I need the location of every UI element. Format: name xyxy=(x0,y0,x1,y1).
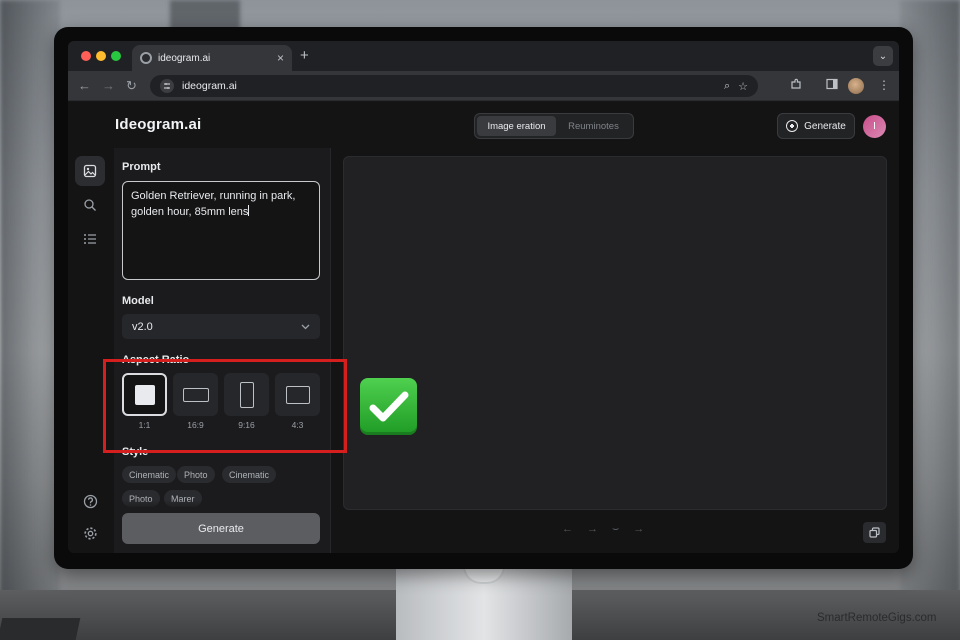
style-chip-photo[interactable]: Photo xyxy=(177,466,215,483)
rail-item-search[interactable] xyxy=(75,190,105,220)
app-header: Ideogram.ai Image eration Reuminotes Gen… xyxy=(68,102,899,148)
window-maximize-button[interactable] xyxy=(111,51,121,61)
rail-item-help[interactable] xyxy=(75,486,105,516)
monitor: ideogram.ai × + ⌄ ← → ↻ ideogram.ai ⌕ ☆ xyxy=(54,27,913,569)
tab-title: ideogram.ai xyxy=(158,52,211,64)
canvas-controls: ← → ⌣ → xyxy=(562,523,644,536)
control-panel: Prompt Golden Retriever, running in park… xyxy=(114,148,331,553)
zoom-icon[interactable]: ⌕ xyxy=(724,80,730,93)
url-text: ideogram.ai xyxy=(182,80,237,92)
style-chip-cinematic-2[interactable]: Cinematic xyxy=(222,466,277,483)
model-value: v2.0 xyxy=(132,320,153,333)
window-minimize-button[interactable] xyxy=(96,51,106,61)
window-close-button[interactable] xyxy=(81,51,91,61)
reload-button[interactable]: ↻ xyxy=(126,78,137,94)
copy-icon[interactable] xyxy=(863,522,886,543)
model-select[interactable]: v2.0 xyxy=(122,314,320,339)
mode-switcher: Image eration Reuminotes xyxy=(474,113,634,139)
app: Ideogram.ai Image eration Reuminotes Gen… xyxy=(68,102,899,553)
extensions-icon[interactable] xyxy=(790,78,802,93)
tab-search-button[interactable]: ⌄ xyxy=(873,46,893,66)
checkmark-icon xyxy=(360,378,417,435)
style-chip-cinematic[interactable]: Cinematic xyxy=(122,466,177,483)
image-canvas xyxy=(343,156,887,510)
notebook xyxy=(0,618,81,640)
text-caret xyxy=(248,205,250,216)
tab-reuminotes[interactable]: Reuminotes xyxy=(556,116,631,136)
left-rail xyxy=(68,150,112,553)
rail-item-list[interactable] xyxy=(75,224,105,254)
image-icon xyxy=(83,164,97,178)
new-tab-button[interactable]: + xyxy=(300,47,309,64)
prompt-label: Prompt xyxy=(122,161,161,173)
canvas-like-icon[interactable]: ⌣ xyxy=(612,523,619,536)
header-generate-button[interactable]: Generate xyxy=(777,113,855,139)
rail-item-settings[interactable] xyxy=(75,518,105,548)
search-icon xyxy=(84,199,96,211)
gear-icon xyxy=(83,526,97,540)
brand-logo[interactable]: Ideogram.ai xyxy=(115,116,201,133)
background-window-left xyxy=(0,0,60,640)
rail-item-images[interactable] xyxy=(75,156,105,186)
generate-button[interactable]: Generate xyxy=(122,513,320,544)
screen: ideogram.ai × + ⌄ ← → ↻ ideogram.ai ⌕ ☆ xyxy=(68,41,899,553)
prompt-input[interactable]: Golden Retriever, running in park, golde… xyxy=(122,181,320,280)
back-button[interactable]: ← xyxy=(78,78,91,94)
canvas-prev-icon[interactable]: ← xyxy=(562,523,573,536)
aspect-ratio-highlight-box xyxy=(103,359,347,453)
browser-tab[interactable]: ideogram.ai × xyxy=(132,45,292,71)
address-bar[interactable]: ideogram.ai ⌕ ☆ xyxy=(150,75,758,97)
bookmark-star-icon[interactable]: ☆ xyxy=(738,80,748,93)
prompt-line-2: golden hour, 85mm lens xyxy=(131,205,250,218)
canvas-next-icon[interactable]: → xyxy=(587,523,598,536)
favicon-icon xyxy=(140,52,152,64)
model-label: Model xyxy=(122,295,154,307)
browser-toolbar: ← → ↻ ideogram.ai ⌕ ☆ ⋮ xyxy=(68,71,899,101)
forward-button[interactable]: → xyxy=(102,78,115,94)
prompt-line-1: Golden Retriever, running in park, xyxy=(131,190,296,202)
list-icon xyxy=(84,234,96,244)
side-panel-icon[interactable] xyxy=(826,78,838,93)
plus-circle-icon xyxy=(786,120,799,132)
user-avatar[interactable]: I xyxy=(863,115,886,138)
chevron-down-icon xyxy=(301,322,310,332)
site-info-icon[interactable] xyxy=(160,79,174,93)
browser-tab-bar: ideogram.ai × + ⌄ xyxy=(68,41,899,71)
canvas-forward-icon[interactable]: → xyxy=(633,523,644,536)
tab-close-icon[interactable]: × xyxy=(277,52,284,64)
panel-scroll-fade xyxy=(114,500,330,510)
browser-menu-icon[interactable]: ⋮ xyxy=(878,78,890,92)
header-generate-label: Generate xyxy=(804,120,846,132)
profile-avatar[interactable] xyxy=(848,78,864,94)
tab-image-generation[interactable]: Image eration xyxy=(477,116,556,136)
watermark: SmartRemoteGigs.com xyxy=(817,612,937,624)
help-icon xyxy=(83,494,97,508)
